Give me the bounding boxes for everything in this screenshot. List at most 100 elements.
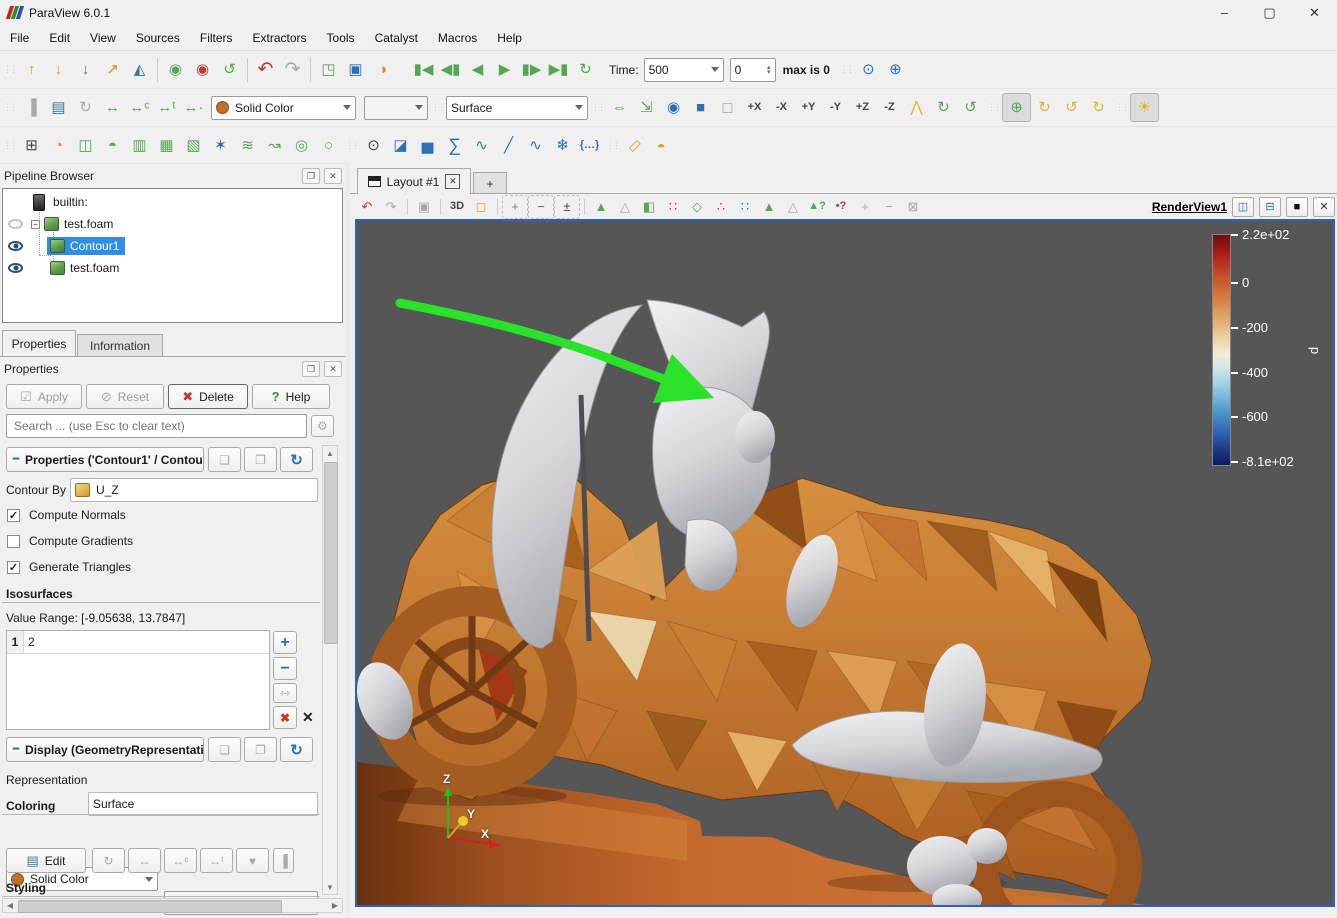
- integrate-variables-button[interactable]: ∑: [441, 132, 468, 159]
- set-view-plus-y-button[interactable]: +Y: [795, 94, 822, 121]
- menu-edit[interactable]: Edit: [39, 28, 80, 48]
- toolbar-grip[interactable]: ⋮⋮: [3, 102, 15, 113]
- ungroup-button[interactable]: ○: [315, 132, 342, 159]
- redo-button[interactable]: ↷: [279, 56, 306, 83]
- server-disconnect-button[interactable]: ◉: [189, 56, 216, 83]
- close-panel-button[interactable]: ✕: [324, 168, 342, 184]
- toolbar-grip[interactable]: ⋮⋮: [3, 140, 15, 151]
- probe-location-button[interactable]: ⊙: [360, 132, 387, 159]
- rotate-90-cw-button[interactable]: ↻: [930, 94, 957, 121]
- copy-display-button[interactable]: ❏: [208, 737, 241, 762]
- slice-filter-button[interactable]: ◓: [99, 132, 126, 159]
- select-cells-through-button[interactable]: ◧: [637, 196, 661, 218]
- toolbar-grip[interactable]: ⋮⋮: [591, 102, 603, 113]
- scrollbar-thumb[interactable]: [324, 462, 338, 644]
- group-datasets-button[interactable]: ◎: [288, 132, 315, 159]
- edit-color-map-button[interactable]: ▤: [45, 94, 72, 121]
- frame-spinbox[interactable]: 0 ▴ ▾: [730, 58, 776, 82]
- visibility-eye-icon[interactable]: [8, 263, 23, 273]
- scrollbar-thumb[interactable]: [18, 900, 282, 913]
- visibility-eye-icon[interactable]: [8, 241, 23, 251]
- scroll-down-icon[interactable]: ▼: [323, 881, 337, 893]
- zoom-search-button[interactable]: ⊙: [855, 56, 882, 83]
- isosurface-value-table[interactable]: 1 2: [6, 630, 270, 730]
- previous-frame-button[interactable]: ◀▮: [437, 56, 464, 83]
- toolbar-grip[interactable]: ⋮⋮: [3, 64, 15, 75]
- interactive-select-cells-button[interactable]: ▲: [757, 196, 781, 218]
- select-points-through-button[interactable]: ∷: [661, 196, 685, 218]
- plot-selection-over-time-button[interactable]: ∿: [522, 132, 549, 159]
- programmable-filter-button[interactable]: {…}: [576, 132, 603, 159]
- camera-undo-button[interactable]: ↶: [355, 196, 379, 218]
- use-separate-colormap-button[interactable]: ↻: [92, 848, 125, 873]
- load-state-button[interactable]: ↓: [45, 56, 72, 83]
- tab-information[interactable]: Information: [77, 334, 163, 356]
- representation-combo[interactable]: Surface: [446, 96, 588, 120]
- menu-filters[interactable]: Filters: [190, 28, 243, 48]
- search-input[interactable]: [12, 418, 301, 434]
- close-button[interactable]: ✕: [1292, 0, 1337, 25]
- copy-properties-button[interactable]: ❏: [208, 447, 241, 472]
- toggle-2d-3d-button[interactable]: 3D: [445, 196, 469, 218]
- reset-properties-button[interactable]: ↻: [280, 447, 313, 472]
- split-vertical-button[interactable]: ⊟: [1259, 197, 1281, 217]
- apply-source-button[interactable]: ◳: [315, 56, 342, 83]
- split-horizontal-button[interactable]: ◫: [1232, 197, 1254, 217]
- pipeline-item-builtin[interactable]: builtin:: [3, 191, 342, 213]
- interactive-select-points-button[interactable]: △: [781, 196, 805, 218]
- rescale-custom-button[interactable]: ↔ᶜ: [164, 848, 197, 873]
- catalyst-icon[interactable]: ◭: [126, 56, 153, 83]
- select-cells-polygon-button[interactable]: ◇: [685, 196, 709, 218]
- zoom-to-box-button[interactable]: ◻: [714, 94, 741, 121]
- component-combo[interactable]: [364, 96, 428, 120]
- add-selection-button[interactable]: +: [502, 195, 528, 219]
- menu-sources[interactable]: Sources: [126, 28, 190, 48]
- toolbar-grip[interactable]: ⋮⋮: [987, 102, 999, 113]
- close-layout-icon[interactable]: ✕: [445, 174, 460, 189]
- pipeline-item-testfoam[interactable]: − test.foam: [3, 213, 342, 235]
- representation-display-combo[interactable]: Surface: [88, 792, 318, 816]
- set-view-plus-z-button[interactable]: +Z: [849, 94, 876, 121]
- toolbar-grip[interactable]: ⋮⋮: [840, 64, 852, 75]
- rescale-data-range-button[interactable]: ↔: [99, 94, 126, 121]
- show-scalar-bar-button[interactable]: ▐: [273, 848, 294, 873]
- scroll-up-icon[interactable]: ▲: [323, 447, 337, 459]
- glyph-filter-button[interactable]: ✶: [207, 132, 234, 159]
- set-view-plus-x-button[interactable]: +X: [741, 94, 768, 121]
- frame-spin-down-icon[interactable]: ▾: [767, 70, 771, 75]
- contour-section-header[interactable]: ━ Properties ('Contour1' / Contour): [6, 447, 204, 472]
- extract-selection-button[interactable]: ◪: [387, 132, 414, 159]
- save-screenshot-button[interactable]: ▣: [412, 196, 436, 218]
- loop-button[interactable]: ↻: [572, 56, 599, 83]
- maximize-view-button[interactable]: ■: [1286, 197, 1308, 217]
- zoom-to-data-button[interactable]: ◉: [660, 94, 687, 121]
- rescale-range-button[interactable]: ↔: [128, 848, 161, 873]
- add-range-button[interactable]: ⇿: [273, 683, 297, 703]
- open-file-button[interactable]: ↑: [18, 56, 45, 83]
- time-value-combo[interactable]: 500: [644, 58, 724, 82]
- play-backward-button[interactable]: ◀: [464, 56, 491, 83]
- protractor-button[interactable]: ◖: [648, 132, 675, 159]
- clear-selection-button[interactable]: ⊠: [901, 196, 925, 218]
- new-layout-tab[interactable]: +: [473, 172, 507, 194]
- tree-expander-icon[interactable]: −: [31, 220, 40, 229]
- display-section-header[interactable]: ━ Display (GeometryRepresentation): [6, 737, 204, 762]
- stream-tracer-button[interactable]: ≋: [234, 132, 261, 159]
- visibility-eye-icon[interactable]: [8, 219, 23, 229]
- menu-tools[interactable]: Tools: [317, 28, 365, 48]
- remove-value-button[interactable]: −: [273, 657, 297, 680]
- hover-points-query-button[interactable]: •?: [829, 196, 853, 218]
- close-view-button[interactable]: ✕: [1313, 197, 1335, 217]
- pipeline-item-contour1[interactable]: Contour1: [3, 235, 342, 257]
- rescale-temporal-button[interactable]: ↔ᵗ: [200, 848, 233, 873]
- set-view-minus-y-button[interactable]: -Y: [822, 94, 849, 121]
- reset-rotation-center-button[interactable]: ↻: [1085, 94, 1112, 121]
- add-value-button[interactable]: +: [273, 631, 297, 654]
- paste-properties-button[interactable]: ❐: [244, 447, 277, 472]
- minimize-button[interactable]: –: [1202, 0, 1247, 25]
- pipeline-item-testfoam-2[interactable]: test.foam: [3, 257, 342, 279]
- reset-display-button[interactable]: ↻: [280, 737, 313, 762]
- compute-gradients-row[interactable]: Compute Gradients: [7, 534, 133, 548]
- rescale-temporal-range-button[interactable]: ↔ᵗ: [153, 94, 180, 121]
- delete-button[interactable]: ✖ Delete: [168, 384, 248, 409]
